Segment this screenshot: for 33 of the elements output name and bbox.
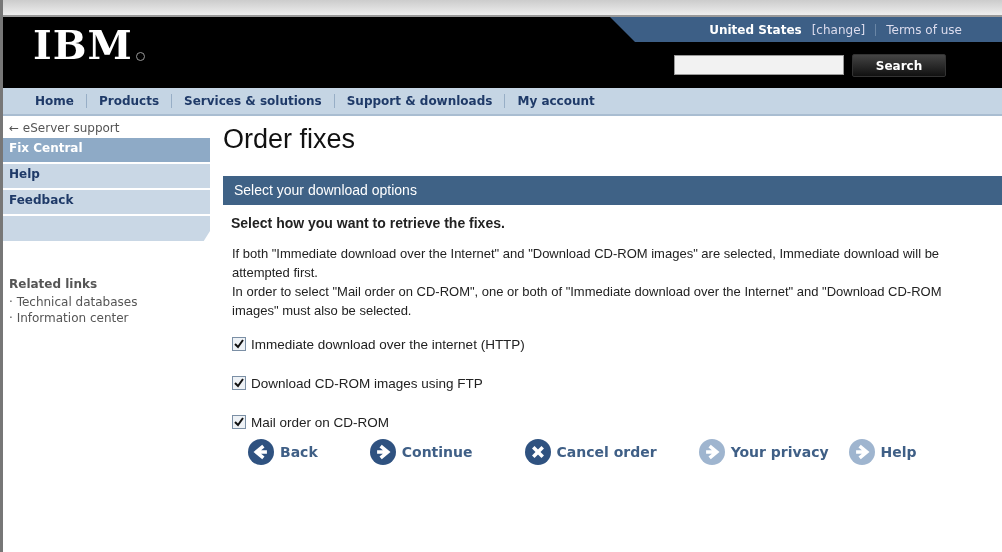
info-paragraph: If both "Immediate download over the Internet" and "Download CD-ROM images" are selected, Immediate download will be attempted first.	[232, 245, 941, 282]
related-link[interactable]: · Technical databases	[3, 294, 210, 310]
option-label[interactable]: Immediate download over the internet (HTTP)	[251, 336, 525, 352]
ibm-logo[interactable]: IBM	[33, 25, 133, 65]
checkbox[interactable]	[232, 337, 246, 351]
nav-link[interactable]: Home	[23, 94, 86, 108]
sidebar-item[interactable]: Feedback	[3, 190, 210, 214]
action-link[interactable]: Back	[248, 439, 318, 465]
page-title: Order fixes	[223, 124, 357, 155]
action-link[interactable]: Continue	[369, 439, 473, 465]
country-label: United States	[709, 22, 802, 37]
info-paragraph: In order to select "Mail order on CD-ROM", one or both of "Immediate download over the Internet" and "Download CD-ROM images" must also be selected.	[232, 283, 943, 320]
related-links-heading: Related links	[9, 277, 99, 291]
action-link[interactable]: Your privacy	[698, 439, 829, 465]
terms-link[interactable]: Terms of use	[886, 22, 962, 37]
checkbox[interactable]	[232, 415, 246, 429]
nav-link[interactable]: Products	[86, 94, 172, 108]
checkbox[interactable]	[232, 376, 246, 390]
search-button[interactable]: Search	[852, 54, 946, 77]
related-link[interactable]: · Information center	[3, 310, 210, 326]
option-label[interactable]: Download CD-ROM images using FTP	[251, 375, 483, 391]
action-link[interactable]: Help	[848, 439, 917, 465]
question-text: Select how you want to retrieve the fixes.	[231, 215, 506, 231]
option-label[interactable]: Mail order on CD-ROM	[251, 414, 390, 430]
action-link[interactable]: Cancel order	[524, 439, 657, 465]
change-link[interactable]: [change]	[811, 22, 866, 37]
nav-link[interactable]: My account	[505, 94, 607, 108]
sidebar-item[interactable]: Help	[3, 164, 210, 188]
breadcrumb-link[interactable]: ← eServer support	[3, 116, 210, 138]
nav-link[interactable]: Services & solutions	[172, 94, 334, 108]
search-field[interactable]	[674, 55, 844, 75]
nav-link[interactable]: Support & downloads	[334, 94, 505, 108]
section-header: Select your download options	[223, 176, 1002, 205]
